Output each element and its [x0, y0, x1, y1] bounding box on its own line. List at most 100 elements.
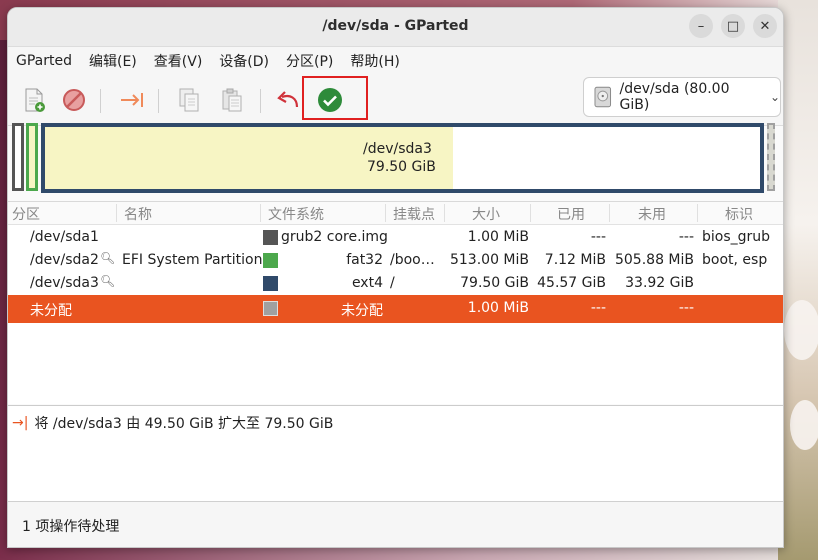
menubar: GParted 编辑(E) 查看(V) 设备(D) 分区(P) 帮助(H) [8, 47, 783, 75]
window-title: /dev/sda - GParted [322, 18, 469, 34]
cell-partition: /dev/sda1 [30, 229, 99, 245]
paste-button[interactable] [216, 84, 248, 116]
pending-operations-list: →| 将 /dev/sda3 由 49.50 GiB 扩大至 79.50 GiB [8, 405, 783, 502]
delete-partition-button[interactable] [58, 84, 90, 116]
cell-unused: 505.88 MiB [614, 252, 694, 268]
cell-used: --- [590, 229, 606, 245]
cell-partition: 未分配 [30, 303, 72, 319]
column-divider [116, 204, 117, 222]
copy-button[interactable] [173, 84, 205, 116]
fs-color-swatch [263, 230, 278, 245]
cell-filesystem: ext4 [351, 275, 383, 291]
cell-size: 79.50 GiB [460, 275, 529, 291]
partition-table: 分区 名称 文件系统 挂载点 大小 已用 未用 标识 /dev/sda1 gru… [8, 201, 783, 404]
column-divider [385, 204, 386, 222]
column-divider [444, 204, 445, 222]
disk-map: /dev/sda3 79.50 GiB [12, 123, 775, 195]
fs-color-swatch [263, 301, 278, 316]
cell-flags: boot, esp [702, 252, 768, 268]
resize-move-button[interactable] [116, 84, 148, 116]
menu-device[interactable]: 设备(D) [219, 51, 269, 71]
table-row[interactable]: /dev/sda3 🔍︎ ext4 / 79.50 GiB 45.57 GiB … [8, 272, 783, 295]
device-selector[interactable]: /dev/sda (80.00 GiB) ⌄ [583, 77, 781, 117]
menu-help[interactable]: 帮助(H) [350, 51, 399, 71]
undo-icon [277, 91, 299, 108]
key-icon: 🔍︎ [100, 274, 116, 288]
maximize-button[interactable]: □ [721, 14, 745, 38]
menu-gparted[interactable]: GParted [16, 53, 72, 69]
undo-button[interactable] [272, 84, 304, 116]
status-text: 1 项操作待处理 [22, 519, 120, 535]
column-header-filesystem[interactable]: 文件系统 [268, 204, 324, 224]
table-row[interactable]: /dev/sda1 grub2 core.img 1.00 MiB --- --… [8, 226, 783, 249]
cell-used: 7.12 MiB [544, 252, 606, 268]
cell-filesystem: grub2 core.img [281, 229, 388, 245]
column-header-partition[interactable]: 分区 [12, 204, 40, 224]
disk-segment-sda1[interactable] [12, 123, 24, 191]
operation-item[interactable]: →| 将 /dev/sda3 由 49.50 GiB 扩大至 79.50 GiB [12, 413, 333, 433]
cell-size: 1.00 MiB [467, 300, 529, 316]
column-divider [530, 204, 531, 222]
table-row[interactable]: /dev/sda2 🔍︎ EFI System Partition fat32 … [8, 249, 783, 272]
statusbar: 1 项操作待处理 [8, 502, 783, 547]
new-document-icon [25, 88, 45, 112]
disk-segment-sda2[interactable] [26, 123, 38, 191]
disk-segment-size: 79.50 GiB [367, 159, 436, 175]
apply-highlight-box [302, 76, 368, 120]
column-header-mount[interactable]: 挂载点 [393, 204, 435, 224]
cell-size: 513.00 MiB [449, 252, 529, 268]
cell-partition: /dev/sda2 [30, 252, 99, 268]
menu-partition[interactable]: 分区(P) [286, 51, 333, 71]
column-header-flags[interactable]: 标识 [725, 204, 753, 224]
toolbar-separator [100, 89, 101, 113]
disk-icon [594, 86, 612, 108]
disk-segment-unallocated[interactable] [767, 123, 775, 191]
column-divider [609, 204, 610, 222]
background-flower [790, 400, 818, 450]
cell-unused: --- [678, 229, 694, 245]
column-header-size[interactable]: 大小 [472, 204, 500, 224]
cell-unused: --- [678, 300, 694, 316]
cell-mount: /boo… [390, 252, 435, 268]
cell-filesystem: 未分配 [341, 303, 383, 319]
disk-segment-used-fill [45, 127, 453, 189]
menu-view[interactable]: 查看(V) [154, 51, 203, 71]
fs-color-swatch [263, 276, 278, 291]
copy-icon [179, 88, 199, 112]
cell-size: 1.00 MiB [467, 229, 529, 245]
menu-edit[interactable]: 编辑(E) [89, 51, 137, 71]
column-header-used[interactable]: 已用 [557, 204, 585, 224]
operation-text: 将 /dev/sda3 由 49.50 GiB 扩大至 79.50 GiB [34, 416, 334, 432]
cell-used: 45.57 GiB [537, 275, 606, 291]
cell-filesystem: fat32 [346, 252, 383, 268]
cell-mount: / [390, 275, 395, 291]
column-divider [260, 204, 261, 222]
desktop-background-right [778, 0, 818, 560]
toolbar-separator [260, 89, 261, 113]
cell-unused: 33.92 GiB [625, 275, 694, 291]
close-button[interactable]: ✕ [753, 14, 777, 38]
fs-color-swatch [263, 253, 278, 268]
background-flower [784, 300, 818, 360]
device-selector-label: /dev/sda (80.00 GiB) [619, 81, 730, 113]
cell-name: EFI System Partition [122, 252, 263, 268]
titlebar: /dev/sda - GParted – □ ✕ [8, 8, 783, 47]
paste-icon [222, 88, 242, 112]
toolbar-separator [158, 89, 159, 113]
new-partition-button[interactable] [18, 84, 50, 116]
column-divider [697, 204, 698, 222]
gparted-window: /dev/sda - GParted – □ ✕ GParted 编辑(E) 查… [7, 7, 784, 548]
table-header: 分区 名称 文件系统 挂载点 大小 已用 未用 标识 [8, 202, 783, 225]
delete-icon [63, 89, 85, 111]
resize-arrow-icon: →| [12, 415, 29, 431]
column-header-unused[interactable]: 未用 [638, 204, 666, 224]
cell-used: --- [590, 300, 606, 316]
minimize-button[interactable]: – [689, 14, 713, 38]
column-header-name[interactable]: 名称 [124, 204, 152, 224]
disk-segment-label: /dev/sda3 [363, 141, 432, 157]
table-row-selected[interactable]: 未分配 未分配 1.00 MiB --- --- [8, 295, 783, 323]
disk-segment-sda3[interactable]: /dev/sda3 79.50 GiB [41, 123, 764, 193]
cell-flags: bios_grub [702, 229, 771, 245]
resize-arrow-icon [121, 93, 143, 107]
chevron-down-icon: ⌄ [769, 90, 780, 104]
